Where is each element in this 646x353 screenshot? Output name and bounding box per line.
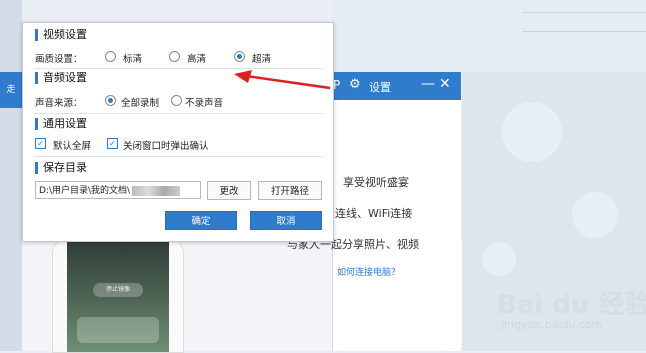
baidu-watermark: Bai du 经验 jingyan.baidu.com <box>497 284 646 336</box>
watermark-logo: Bai du 经验 <box>497 290 646 320</box>
watermark-url: jingyan.baidu.com <box>501 318 603 331</box>
